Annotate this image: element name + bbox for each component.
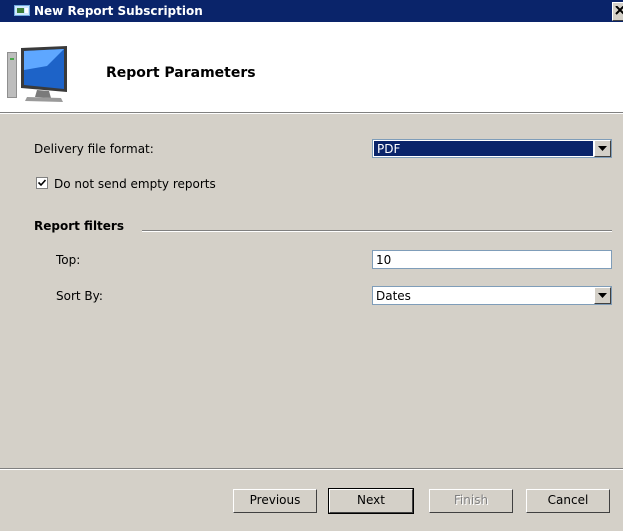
do-not-send-empty-checkbox[interactable] bbox=[36, 177, 48, 189]
delivery-format-dropdown-button[interactable] bbox=[594, 140, 611, 157]
wizard-header: Report Parameters bbox=[0, 22, 623, 112]
chevron-down-icon bbox=[598, 146, 607, 151]
header-divider-highlight bbox=[0, 113, 623, 114]
new-report-subscription-dialog: New Report Subscription Report Parameter… bbox=[0, 0, 623, 531]
sort-by-label: Sort By: bbox=[56, 289, 103, 303]
title-bar[interactable]: New Report Subscription bbox=[0, 0, 623, 22]
chevron-down-icon bbox=[598, 293, 607, 298]
do-not-send-empty-label[interactable]: Do not send empty reports bbox=[54, 177, 216, 191]
previous-button[interactable]: Previous bbox=[233, 489, 317, 513]
delivery-format-label: Delivery file format: bbox=[34, 142, 154, 156]
cancel-button[interactable]: Cancel bbox=[526, 489, 610, 513]
page-title: Report Parameters bbox=[106, 65, 256, 81]
delivery-format-dropdown[interactable]: PDF bbox=[372, 139, 612, 158]
window-title: New Report Subscription bbox=[34, 4, 203, 18]
delivery-format-value: PDF bbox=[374, 141, 593, 156]
sort-by-value: Dates bbox=[376, 289, 411, 303]
close-button[interactable] bbox=[612, 2, 623, 21]
sort-by-dropdown[interactable]: Dates bbox=[372, 286, 612, 305]
monitor-icon bbox=[7, 46, 67, 102]
sort-by-dropdown-button[interactable] bbox=[594, 287, 611, 304]
next-button[interactable]: Next bbox=[328, 488, 414, 514]
top-input[interactable]: 10 bbox=[372, 250, 612, 269]
finish-button: Finish bbox=[429, 489, 513, 513]
report-subscription-icon bbox=[14, 5, 30, 16]
checkmark-icon bbox=[38, 179, 46, 187]
close-icon bbox=[615, 6, 623, 15]
top-input-value: 10 bbox=[376, 253, 392, 267]
report-filters-group-label: Report filters bbox=[34, 219, 124, 233]
footer-divider-highlight bbox=[0, 469, 623, 470]
report-filters-divider bbox=[142, 230, 612, 232]
top-label: Top: bbox=[56, 253, 81, 267]
